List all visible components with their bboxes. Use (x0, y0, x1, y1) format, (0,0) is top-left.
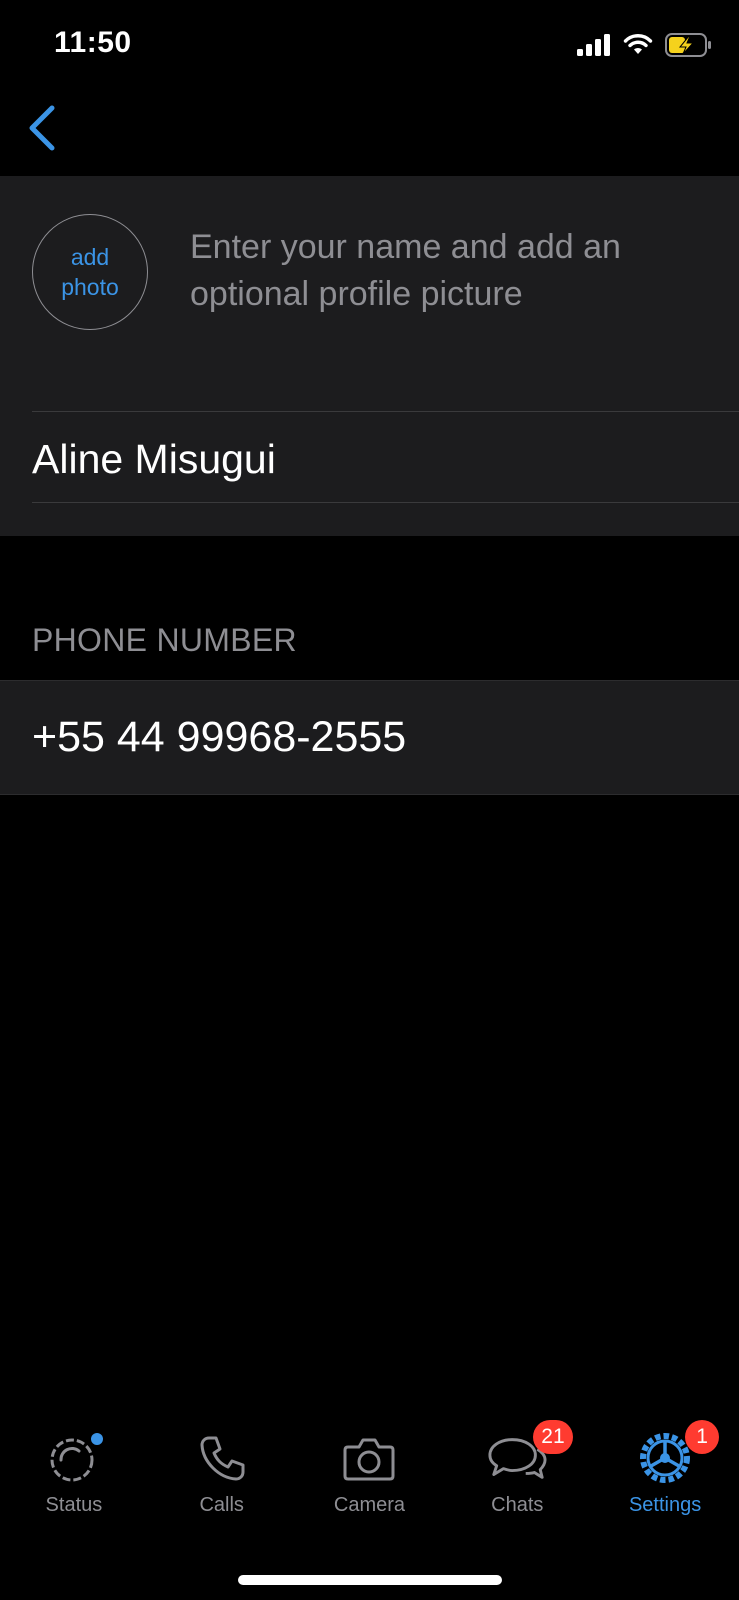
profile-hint: Enter your name and add an optional prof… (190, 228, 621, 313)
settings-badge: 1 (685, 1420, 720, 1454)
nav-bar (0, 92, 739, 176)
status-icons (577, 30, 713, 64)
phone-number-row: +55 44 99968-2555 (0, 680, 739, 795)
phone-icon (192, 1430, 252, 1486)
status-update-dot (90, 1433, 103, 1445)
tab-label: Chats (491, 1494, 544, 1516)
chats-unread-badge: 21 (533, 1420, 573, 1454)
status-time: 11:50 (54, 26, 132, 59)
phone-number-header: PHONE NUMBER (32, 622, 297, 658)
battery-charging-icon (665, 32, 713, 62)
add-photo-label-line2: photo (61, 274, 119, 300)
chat-bubbles-icon: 21 (487, 1420, 573, 1486)
profile-setup-screen: 11:50 add photo Enter your name and add … (0, 0, 739, 1600)
gear-icon: 1 (635, 1420, 720, 1486)
tab-label: Calls (199, 1494, 244, 1516)
status-icon (44, 1430, 104, 1486)
tab-calls[interactable]: Calls (148, 1422, 296, 1532)
signal-icon (577, 33, 611, 61)
chevron-left-icon (26, 104, 58, 157)
tab-label: Status (45, 1494, 103, 1516)
profile-section: add photo Enter your name and add an opt… (0, 176, 739, 536)
status-bar: 11:50 (0, 0, 739, 92)
phone-number-value: +55 44 99968-2555 (32, 713, 407, 761)
divider (32, 502, 739, 503)
wifi-icon (623, 33, 653, 61)
divider (32, 411, 739, 412)
tab-status[interactable]: Status (0, 1422, 148, 1532)
home-indicator[interactable] (238, 1575, 502, 1585)
add-photo-label-line1: add (70, 244, 110, 270)
tab-bar: Status Calls Camera 21 Chats 1 Settings (0, 1420, 739, 1532)
camera-icon (339, 1430, 399, 1486)
add-photo-button[interactable]: add photo (32, 214, 148, 330)
name-field[interactable]: Aline Misugui (32, 416, 712, 502)
tab-camera[interactable]: Camera (296, 1422, 444, 1532)
tab-label: Settings (628, 1494, 702, 1516)
back-button[interactable] (12, 100, 72, 160)
tab-chats[interactable]: 21 Chats (443, 1420, 591, 1532)
tab-label: Camera (333, 1494, 406, 1516)
tab-settings[interactable]: 1 Settings (591, 1420, 739, 1532)
